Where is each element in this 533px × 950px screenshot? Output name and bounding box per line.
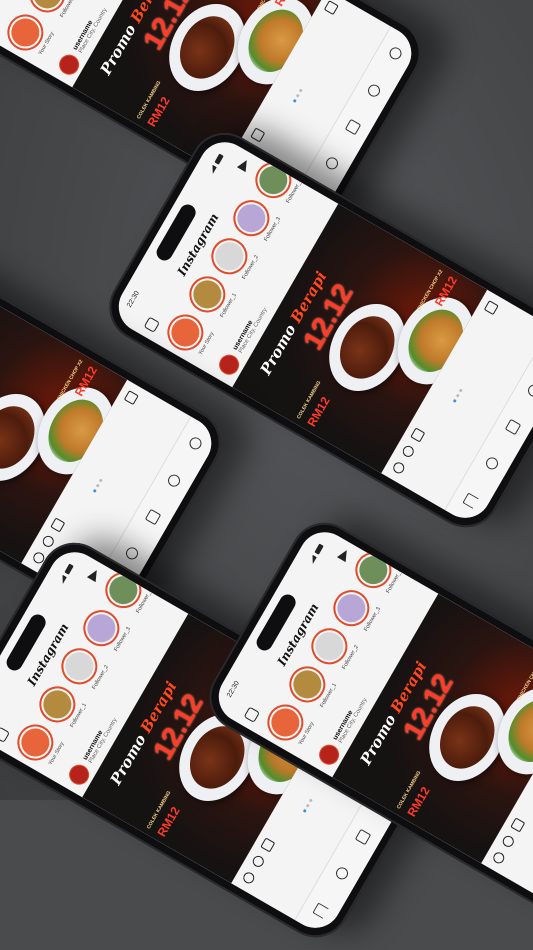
carousel-dot-active [292,98,297,103]
bookmark-icon[interactable] [483,299,499,315]
story-avatar [332,589,371,628]
story-avatar [104,570,143,610]
star-icon [166,313,205,352]
story-avatar [354,550,393,590]
story-avatar [210,237,249,276]
story-avatar [60,647,99,686]
status-time: 22:30 [226,680,241,699]
add-post-icon[interactable] [243,706,260,723]
battery-icon [313,543,324,555]
direct-message-icon[interactable] [236,157,252,173]
story-avatar [254,160,293,200]
carousel-dot [295,93,300,98]
search-icon[interactable] [323,155,340,172]
carousel-dot-active [452,398,457,403]
heart-icon[interactable] [525,382,533,399]
carousel-indicator [302,798,313,813]
comment-icon[interactable] [500,833,516,849]
home-icon[interactable] [462,492,479,509]
comment-icon[interactable] [40,533,56,549]
carousel-indicator [92,478,103,493]
story-avatar [310,627,349,666]
chicken-dish [497,689,533,773]
signal-icon [208,165,216,174]
star-icon [16,723,55,762]
add-post-icon[interactable] [143,316,160,333]
search-icon[interactable] [483,455,500,472]
carousel-dot [95,483,100,488]
story-avatar [38,685,77,724]
story-avatar [82,609,121,648]
new-post-icon[interactable] [504,418,522,436]
bookmark-icon[interactable] [323,0,339,15]
home-icon[interactable] [312,902,329,919]
profile-icon[interactable] [187,435,204,452]
new-post-icon[interactable] [354,828,372,846]
star-icon [266,703,305,742]
share-icon[interactable] [509,817,525,833]
carousel-dot [298,88,303,93]
battery-icon [213,153,224,165]
new-post-icon[interactable] [344,118,362,136]
search-icon[interactable] [333,865,350,882]
carousel-dot-active [302,808,307,813]
heart-icon[interactable] [365,82,383,99]
bookmark-icon[interactable] [123,389,139,405]
comment-icon[interactable] [250,853,266,869]
carousel-dot-active [92,488,97,493]
star-icon [6,13,45,52]
carousel-dot [98,478,103,483]
status-icons [305,541,328,566]
comment-icon[interactable] [400,443,416,459]
share-icon[interactable] [259,837,275,853]
like-icon[interactable] [490,850,506,866]
add-post-icon[interactable] [0,726,10,743]
heart-icon[interactable] [165,472,183,489]
carousel-indicator [292,88,303,103]
background-surface: 22:30 Instagram Your StoryFollower_1Foll… [0,0,533,950]
new-post-icon[interactable] [144,508,162,526]
direct-message-icon[interactable] [336,547,352,563]
like-icon[interactable] [390,460,406,476]
search-icon[interactable] [123,545,140,562]
battery-icon [63,563,74,575]
carousel-dot [308,798,313,803]
status-time: 22:30 [126,290,141,309]
share-icon[interactable] [249,127,265,143]
carousel-dot [455,393,460,398]
status-icons [205,151,228,176]
signal-icon [58,575,66,584]
like-icon[interactable] [240,870,256,886]
carousel-dot [458,388,463,393]
carousel-indicator [452,388,463,403]
direct-message-icon[interactable] [86,567,102,583]
status-icons [55,561,78,586]
share-icon[interactable] [409,427,425,443]
carousel-dot [305,803,310,808]
share-icon[interactable] [49,517,65,533]
profile-icon[interactable] [387,45,404,62]
signal-icon [308,555,316,564]
story-avatar [232,199,271,238]
story-avatar [288,665,327,704]
story-avatar [188,275,227,314]
